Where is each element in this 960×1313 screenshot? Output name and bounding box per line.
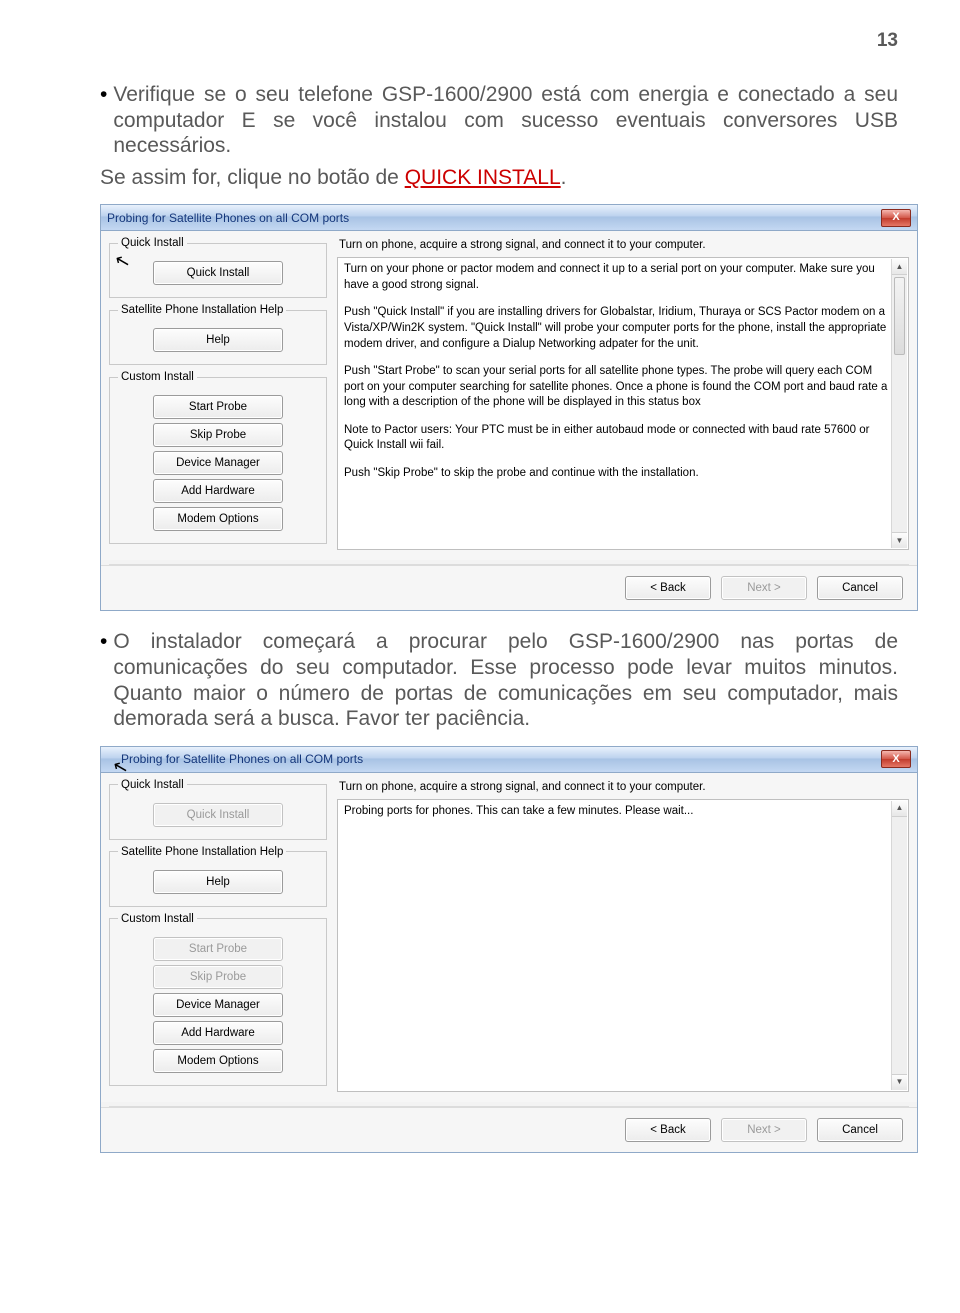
para2-suffix: . — [561, 166, 567, 189]
bullet-item-2: • O instalador começará a procurar pelo … — [100, 629, 898, 731]
close-icon: X — [892, 212, 899, 223]
next-button: Next > — [721, 576, 807, 600]
window-title: Probing for Satellite Phones on all COM … — [107, 211, 881, 225]
skip-probe-button: Skip Probe — [153, 965, 283, 989]
scroll-thumb[interactable] — [894, 277, 905, 355]
info-p1: Turn on your phone or pactor modem and c… — [344, 262, 890, 293]
modem-options-button[interactable]: Modem Options — [153, 507, 283, 531]
group-legend-quick: Quick Install — [118, 237, 187, 249]
probing-dialog-2: ↖ Probing for Satellite Phones on all CO… — [100, 746, 918, 1153]
info-textarea[interactable]: Turn on your phone or pactor modem and c… — [337, 257, 909, 550]
window-title: Probing for Satellite Phones on all COM … — [107, 752, 881, 766]
group-quick-install: Quick Install Quick Install — [109, 237, 327, 298]
info-probing-text: Probing ports for phones. This can take … — [344, 804, 890, 820]
group-legend-custom: Custom Install — [118, 371, 197, 383]
quick-install-button: Quick Install — [153, 803, 283, 827]
info-p3: Push "Start Probe" to scan your serial p… — [344, 364, 890, 411]
close-button[interactable]: X — [881, 750, 911, 768]
info-textarea[interactable]: Probing ports for phones. This can take … — [337, 799, 909, 1092]
info-p4: Note to Pactor users: Your PTC must be i… — [344, 423, 890, 454]
group-legend-help: Satellite Phone Installation Help — [118, 304, 286, 316]
instruction-text: Turn on phone, acquire a strong signal, … — [339, 239, 909, 251]
instruction-text: Turn on phone, acquire a strong signal, … — [339, 781, 909, 793]
device-manager-button[interactable]: Device Manager — [153, 451, 283, 475]
quick-install-link[interactable]: QUICK INSTALL — [405, 166, 561, 189]
close-button[interactable]: X — [881, 209, 911, 227]
quick-install-button[interactable]: Quick Install — [153, 261, 283, 285]
group-help: Satellite Phone Installation Help Help — [109, 304, 327, 365]
back-button[interactable]: < Back — [625, 1118, 711, 1142]
cancel-button[interactable]: Cancel — [817, 576, 903, 600]
scrollbar[interactable]: ▲ ▼ — [891, 801, 907, 1090]
bullet-dot: • — [100, 629, 107, 731]
skip-probe-button[interactable]: Skip Probe — [153, 423, 283, 447]
cancel-button[interactable]: Cancel — [817, 1118, 903, 1142]
start-probe-button: Start Probe — [153, 937, 283, 961]
info-p5: Push "Skip Probe" to skip the probe and … — [344, 466, 890, 482]
back-button[interactable]: < Back — [625, 576, 711, 600]
group-help: Satellite Phone Installation Help Help — [109, 846, 327, 907]
bullet-text-2: O instalador começará a procurar pelo GS… — [113, 629, 898, 731]
dialog-footer: < Back Next > Cancel — [101, 1107, 917, 1152]
add-hardware-button[interactable]: Add Hardware — [153, 479, 283, 503]
bullet-item-1: • Verifique se o seu telefone GSP-1600/2… — [100, 82, 898, 159]
start-probe-button[interactable]: Start Probe — [153, 395, 283, 419]
close-icon: X — [892, 754, 899, 765]
scrollbar[interactable]: ▲ ▼ — [891, 259, 907, 548]
device-manager-button[interactable]: Device Manager — [153, 993, 283, 1017]
group-legend-custom: Custom Install — [118, 913, 197, 925]
group-custom: Custom Install Start Probe Skip Probe De… — [109, 371, 327, 544]
scroll-up-icon[interactable]: ▲ — [892, 259, 907, 275]
para2-prefix: Se assim for, clique no botão de — [100, 166, 405, 189]
para-2: Se assim for, clique no botão de QUICK I… — [100, 165, 898, 191]
page-number: 13 — [62, 30, 898, 52]
scroll-down-icon[interactable]: ▼ — [892, 1074, 907, 1090]
group-legend-quick: Quick Install — [118, 779, 187, 791]
bullet-text-1: Verifique se o seu telefone GSP-1600/290… — [113, 82, 898, 159]
help-button[interactable]: Help — [153, 328, 283, 352]
modem-options-button[interactable]: Modem Options — [153, 1049, 283, 1073]
help-button[interactable]: Help — [153, 870, 283, 894]
bullet-dot: • — [100, 82, 107, 159]
dialog-footer: < Back Next > Cancel — [101, 565, 917, 610]
next-button: Next > — [721, 1118, 807, 1142]
probing-dialog-1: Probing for Satellite Phones on all COM … — [100, 204, 918, 611]
scroll-up-icon[interactable]: ▲ — [892, 801, 907, 817]
group-custom: Custom Install Start Probe Skip Probe De… — [109, 913, 327, 1086]
titlebar[interactable]: Probing for Satellite Phones on all COM … — [101, 205, 917, 231]
group-legend-help: Satellite Phone Installation Help — [118, 846, 286, 858]
titlebar[interactable]: ↖ Probing for Satellite Phones on all CO… — [101, 747, 917, 773]
info-p2: Push "Quick Install" if you are installi… — [344, 305, 890, 352]
add-hardware-button[interactable]: Add Hardware — [153, 1021, 283, 1045]
scroll-down-icon[interactable]: ▼ — [892, 532, 907, 548]
group-quick-install: Quick Install Quick Install — [109, 779, 327, 840]
